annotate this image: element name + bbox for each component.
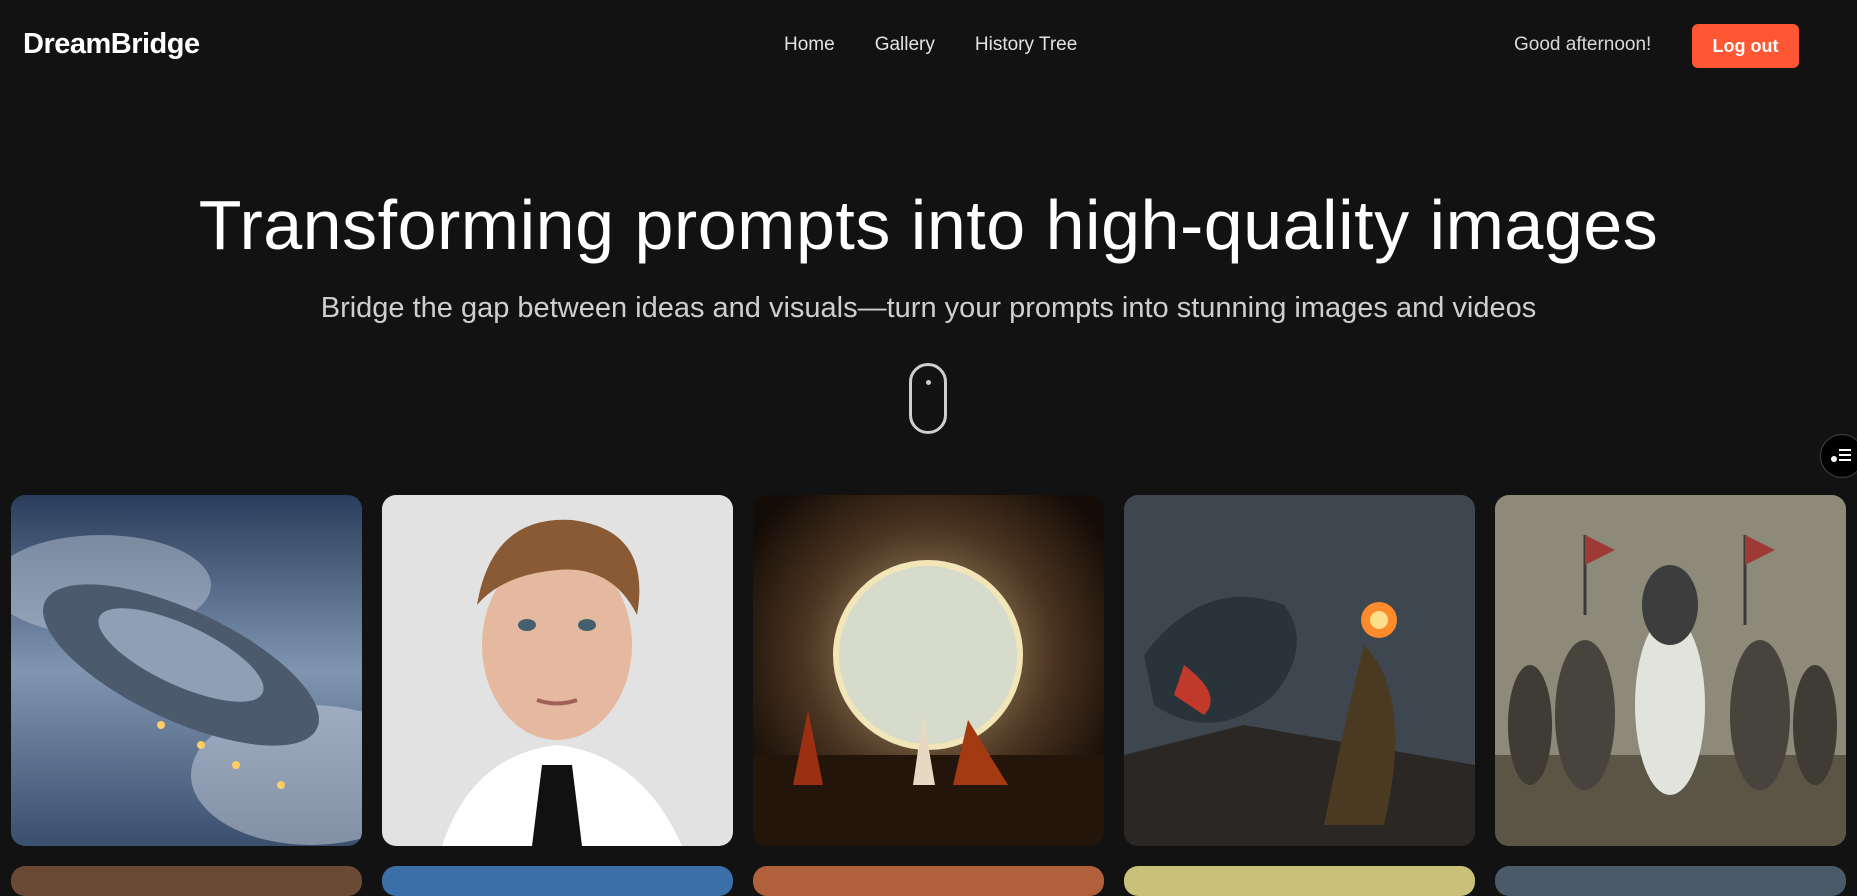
gallery-image-row2-4[interactable] [1124,866,1475,896]
gallery-image-row2-1[interactable] [11,866,362,896]
gallery-image-portrait[interactable] [382,495,733,846]
nav-history-tree[interactable]: History Tree [975,34,1077,56]
gallery-image-row2-5[interactable] [1495,866,1846,896]
hero-title: Transforming prompts into high-quality i… [198,186,1659,264]
hero-subtitle: Bridge the gap between ideas and visuals… [320,292,1537,324]
greeting-text: Good afternoon! [1514,34,1652,55]
gallery-image-spaceship[interactable] [11,495,362,846]
gallery-image-row2-3[interactable] [753,866,1104,896]
nav-gallery[interactable]: Gallery [875,34,935,56]
settings-list-icon [1831,449,1851,462]
gallery-image-row2-2[interactable] [382,866,733,896]
main-nav: Home Gallery History Tree [784,34,1077,56]
nav-home[interactable]: Home [784,34,835,56]
brand-logo[interactable]: DreamBridge [23,28,200,61]
mouse-scroll-dot [926,380,931,385]
gallery-image-knights[interactable] [1495,495,1846,846]
logout-button[interactable]: Log out [1692,24,1799,68]
mouse-scroll-icon [909,363,947,434]
gallery-image-portal[interactable] [753,495,1104,846]
side-panel-toggle[interactable] [1820,434,1857,478]
gallery-image-dragon[interactable] [1124,495,1475,846]
top-navbar: DreamBridge Home Gallery History Tree Go… [0,0,1857,92]
